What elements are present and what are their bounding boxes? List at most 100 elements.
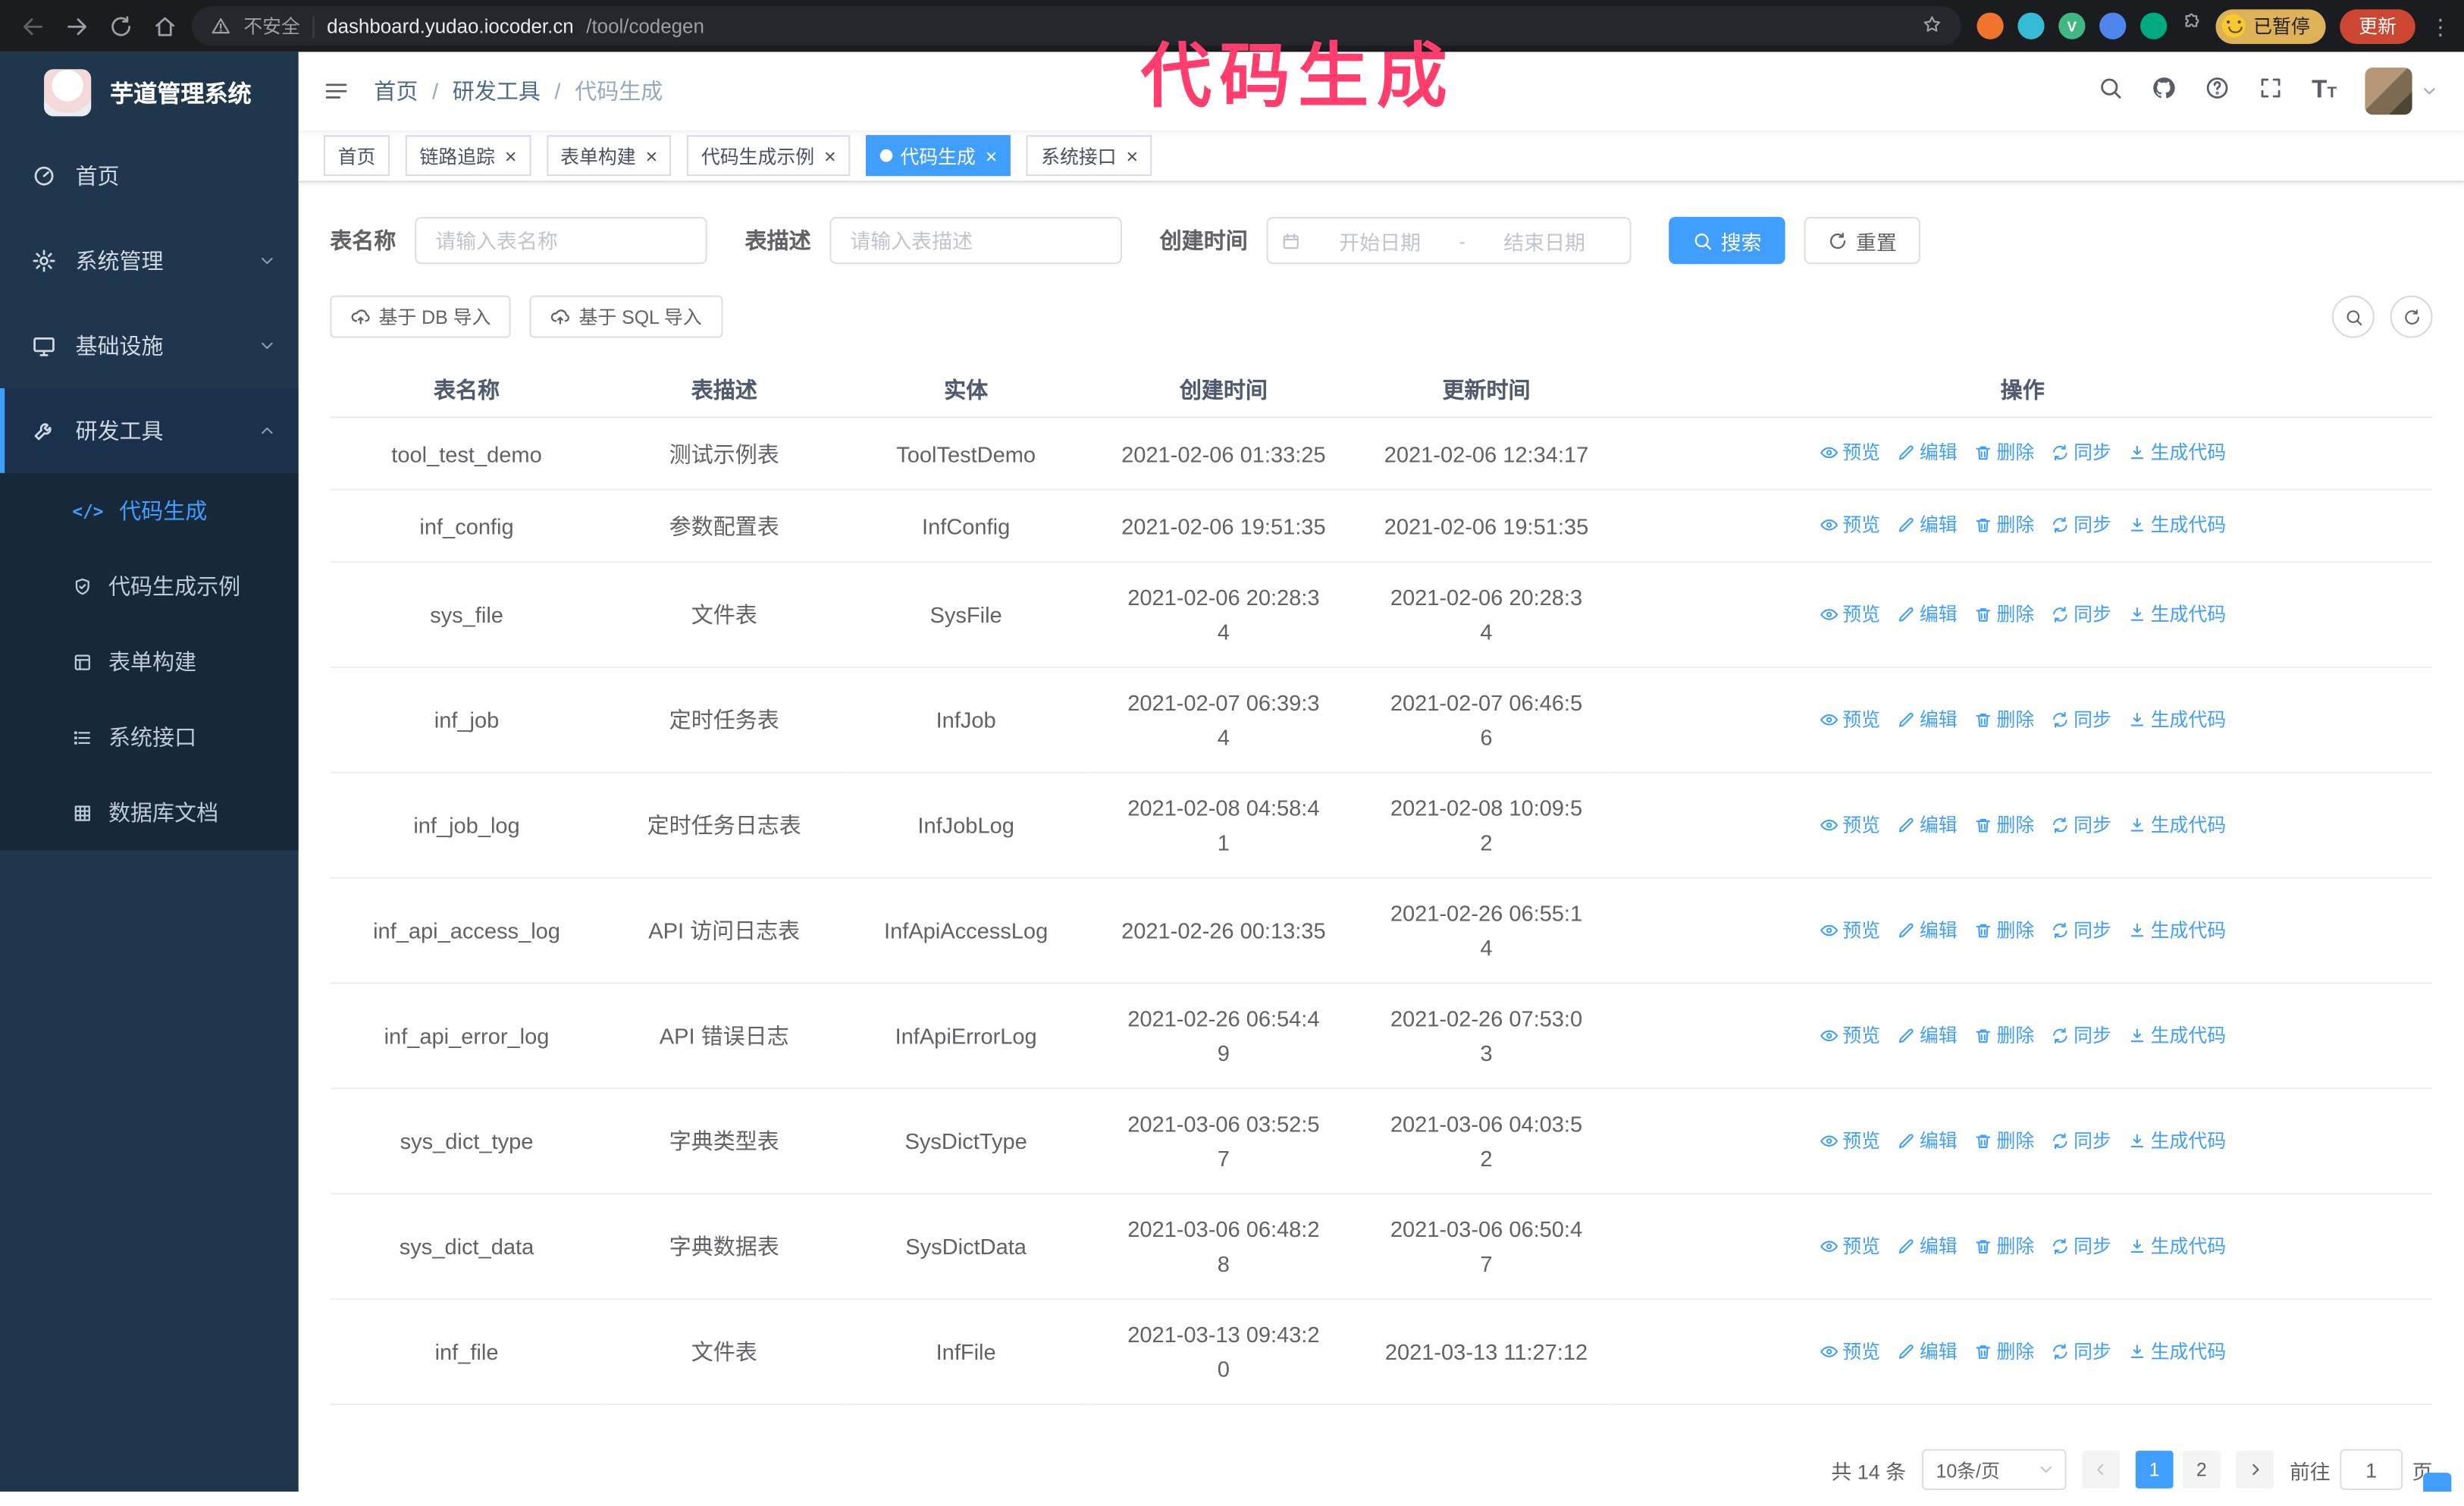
sidebar-item-devtools[interactable]: 研发工具 [0,387,299,473]
back-to-top-button[interactable] [2423,1473,2452,1492]
fullscreen-icon[interactable] [2259,74,2284,108]
browser-menu-icon[interactable]: ⋮ [2429,15,2451,37]
ext-blue-icon[interactable] [2099,12,2127,39]
preview-action[interactable]: 预览 [1819,1018,1880,1053]
preview-action[interactable]: 预览 [1819,912,1880,947]
edit-action[interactable]: 编辑 [1896,912,1958,947]
refresh-table-button[interactable] [2390,295,2433,338]
table-name-input[interactable] [415,217,707,265]
sync-action[interactable]: 同步 [2050,1228,2111,1263]
edit-action[interactable]: 编辑 [1896,701,1958,736]
close-tab-icon[interactable]: × [1126,146,1138,166]
generate-code-action[interactable]: 生成代码 [2127,1334,2226,1369]
sync-action[interactable]: 同步 [2050,1334,2111,1369]
preview-action[interactable]: 预览 [1819,507,1880,542]
sync-action[interactable]: 同步 [2050,701,2111,736]
delete-action[interactable]: 删除 [1973,1228,2034,1263]
ext-orange-icon[interactable] [1977,12,2004,39]
generate-code-action[interactable]: 生成代码 [2127,597,2226,632]
page-size-select[interactable]: 10条/页 [1921,1449,2067,1490]
edit-action[interactable]: 编辑 [1896,1334,1958,1369]
tab-链路追踪[interactable]: 链路追踪 × [405,135,531,177]
generate-code-action[interactable]: 生成代码 [2127,1228,2226,1263]
delete-action[interactable]: 删除 [1973,507,2034,542]
help-icon[interactable] [2205,74,2230,108]
next-page-button[interactable] [2236,1451,2274,1489]
extensions-puzzle-icon[interactable] [2181,12,2202,40]
sync-action[interactable]: 同步 [2050,807,2111,842]
delete-action[interactable]: 删除 [1973,1018,2034,1053]
user-menu[interactable] [2365,67,2438,115]
toggle-search-button[interactable] [2331,295,2375,338]
preview-action[interactable]: 预览 [1819,597,1880,632]
sync-action[interactable]: 同步 [2050,1123,2111,1158]
sidebar-item-codegen[interactable]: </> 代码生成 [0,473,299,548]
ext-teal-icon[interactable] [2017,12,2045,39]
sync-action[interactable]: 同步 [2050,912,2111,947]
hamburger-icon[interactable] [324,79,349,104]
tab-代码生成[interactable]: 代码生成 × [865,135,1011,177]
prev-page-button[interactable] [2082,1451,2121,1489]
generate-code-action[interactable]: 生成代码 [2127,701,2226,736]
app-logo[interactable]: 芋道管理系统 [0,52,299,133]
sync-action[interactable]: 同步 [2050,435,2111,470]
import-db-button[interactable]: 基于 DB 导入 [330,295,512,338]
edit-action[interactable]: 编辑 [1896,597,1958,632]
generate-code-action[interactable]: 生成代码 [2127,912,2226,947]
breadcrumb-home[interactable]: 首页 [374,75,418,106]
page-button-2[interactable]: 2 [2182,1451,2221,1489]
generate-code-action[interactable]: 生成代码 [2127,1123,2226,1158]
goto-page-input[interactable] [2340,1449,2403,1490]
create-time-range-picker[interactable]: 开始日期 - 结束日期 [1266,217,1632,265]
sidebar-item-infra[interactable]: 基础设施 [0,303,299,388]
github-icon[interactable] [2152,74,2177,108]
address-bar[interactable]: 不安全 dashboard.yudao.iocoder.cn/tool/code… [191,6,1961,46]
edit-action[interactable]: 编辑 [1896,1018,1958,1053]
edit-action[interactable]: 编辑 [1896,507,1958,542]
delete-action[interactable]: 删除 [1973,435,2034,470]
table-desc-input[interactable] [829,217,1122,265]
generate-code-action[interactable]: 生成代码 [2127,435,2226,470]
sync-action[interactable]: 同步 [2050,597,2111,632]
generate-code-action[interactable]: 生成代码 [2127,807,2226,842]
breadcrumb-devtools[interactable]: 研发工具 [453,75,541,106]
sidebar-item-system[interactable]: 系统管理 [0,218,299,303]
sidebar-item-home[interactable]: 首页 [0,133,299,218]
tab-系统接口[interactable]: 系统接口 × [1027,135,1152,177]
delete-action[interactable]: 删除 [1973,807,2034,842]
sync-action[interactable]: 同步 [2050,1018,2111,1053]
forward-icon[interactable] [57,5,98,46]
update-button[interactable]: 更新 [2340,8,2415,43]
back-icon[interactable] [13,5,54,46]
preview-action[interactable]: 预览 [1819,1334,1880,1369]
preview-action[interactable]: 预览 [1819,435,1880,470]
preview-action[interactable]: 预览 [1819,1123,1880,1158]
tab-表单构建[interactable]: 表单构建 × [546,135,672,177]
sync-action[interactable]: 同步 [2050,507,2111,542]
delete-action[interactable]: 删除 [1973,597,2034,632]
generate-code-action[interactable]: 生成代码 [2127,1018,2226,1053]
preview-action[interactable]: 预览 [1819,701,1880,736]
sidebar-item-form-builder[interactable]: 表单构建 [0,624,299,699]
search-button[interactable]: 搜索 [1669,217,1785,265]
edit-action[interactable]: 编辑 [1896,807,1958,842]
delete-action[interactable]: 删除 [1973,1334,2034,1369]
profile-paused-badge[interactable]: 已暂停 [2215,8,2326,43]
bookmark-star-icon[interactable] [1922,14,1942,39]
close-tab-icon[interactable]: × [824,146,836,166]
page-button-1[interactable]: 1 [2135,1451,2174,1489]
search-icon[interactable] [2098,74,2123,108]
import-sql-button[interactable]: 基于 SQL 导入 [530,295,723,338]
home-icon[interactable] [145,5,186,46]
sidebar-item-db-docs[interactable]: 数据库文档 [0,775,299,850]
edit-action[interactable]: 编辑 [1896,1123,1958,1158]
close-tab-icon[interactable]: × [985,146,997,166]
generate-code-action[interactable]: 生成代码 [2127,507,2226,542]
font-size-icon[interactable]: TT [2312,78,2337,104]
sidebar-item-codegen-example[interactable]: 代码生成示例 [0,548,299,623]
close-tab-icon[interactable]: × [504,146,516,166]
tab-首页[interactable]: 首页 [323,135,390,177]
ext-green-icon[interactable] [2140,12,2168,39]
reset-button[interactable]: 重置 [1804,217,1920,265]
preview-action[interactable]: 预览 [1819,807,1880,842]
